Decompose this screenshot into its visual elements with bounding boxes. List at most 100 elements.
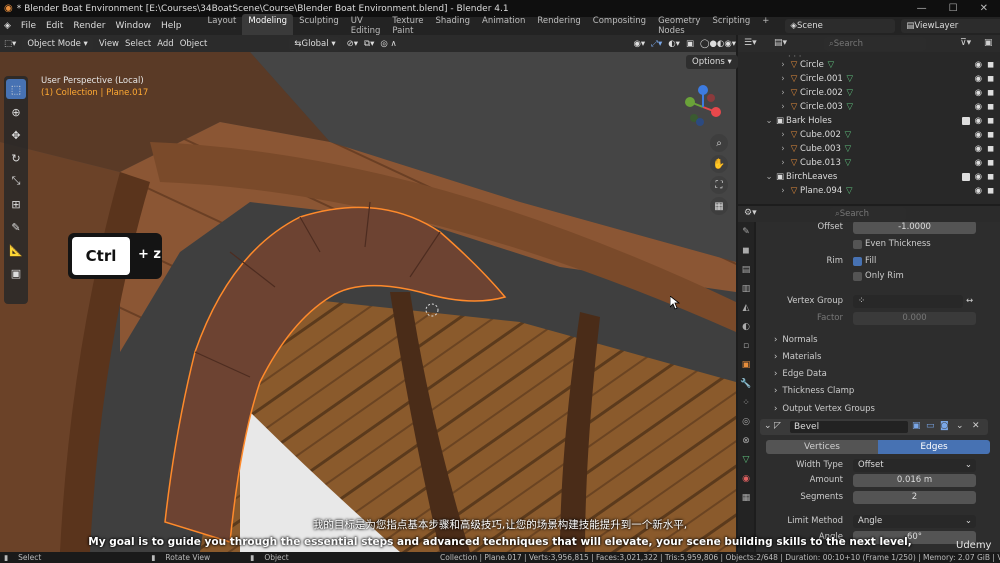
- render-icon[interactable]: ◼: [987, 60, 994, 70]
- render-icon[interactable]: ◼: [987, 186, 994, 196]
- properties-editor-icon[interactable]: ⚙▾: [744, 208, 757, 218]
- navigation-gizmo[interactable]: [678, 82, 728, 132]
- filter-icon[interactable]: ⊽▾: [960, 38, 971, 48]
- eye-icon[interactable]: ◉: [975, 144, 982, 154]
- segments-field[interactable]: 2: [853, 490, 976, 504]
- menu-edit[interactable]: Edit: [46, 21, 63, 31]
- shading-modes-icon[interactable]: ◯●◐◉▾: [700, 39, 736, 49]
- constraints-tab-icon[interactable]: ⊗: [739, 436, 753, 450]
- transform-tool-icon[interactable]: ⊞: [6, 194, 26, 214]
- material-tab-icon[interactable]: ◉: [739, 474, 753, 488]
- vertex-group-field[interactable]: ⁘: [853, 294, 963, 308]
- minimize-icon[interactable]: —: [917, 3, 927, 14]
- camera-view-icon[interactable]: ⛶: [710, 176, 728, 194]
- scene-field[interactable]: ◈ Scene: [785, 19, 896, 33]
- collapse-icon[interactable]: ⌄: [764, 421, 772, 431]
- bevel-modifier-header[interactable]: ⌄ ◸ Bevel ▣ ▭ ◙ ⌄ ✕: [760, 419, 988, 435]
- outliner-search[interactable]: ⌕ Search: [824, 37, 926, 51]
- amount-field[interactable]: 0.016 m: [853, 473, 976, 487]
- add-cube-tool-icon[interactable]: ▣: [6, 263, 26, 283]
- expand-icon[interactable]: ›: [778, 186, 788, 196]
- new-collection-icon[interactable]: ▣: [984, 38, 993, 48]
- menu-object[interactable]: Object: [180, 39, 208, 49]
- panel-materials[interactable]: › Materials: [756, 350, 988, 364]
- eye-icon[interactable]: ◉: [975, 130, 982, 140]
- eye-icon[interactable]: ◉: [975, 158, 982, 168]
- edit-mode-toggle-icon[interactable]: ▣: [912, 421, 921, 431]
- invert-icon[interactable]: ↔: [966, 296, 973, 306]
- transform-orientation[interactable]: ⇆ Global ▾: [289, 36, 341, 51]
- render-icon[interactable]: ◼: [987, 102, 994, 112]
- outliner-row[interactable]: ⌄ ▣ BirchLeaves ◉ ◼: [738, 170, 1000, 184]
- outliner-row[interactable]: ⌄ ▣ Bark Holes ◉ ◼: [738, 114, 1000, 128]
- 3d-viewport[interactable]: [0, 52, 736, 552]
- zoom-icon[interactable]: ⌕: [710, 134, 728, 152]
- snap-icon[interactable]: ⧉▾: [364, 39, 374, 49]
- expand-icon[interactable]: ›: [778, 144, 788, 154]
- panel-thickness-clamp[interactable]: › Thickness Clamp: [756, 384, 988, 398]
- scene-tab-icon[interactable]: ◭: [739, 303, 753, 317]
- measure-tool-icon[interactable]: 📐: [6, 240, 26, 260]
- eye-icon[interactable]: ◉: [975, 186, 982, 196]
- select-box-tool-icon[interactable]: ⬚: [6, 79, 26, 99]
- physics-tab-icon[interactable]: ◎: [739, 417, 753, 431]
- render-icon[interactable]: ◼: [987, 172, 994, 182]
- outliner-row[interactable]: › ▽ Cube.002 ▽ ◉ ◼: [738, 128, 1000, 142]
- texture-tab-icon[interactable]: ▦: [739, 493, 753, 507]
- eye-icon[interactable]: ◉: [975, 88, 982, 98]
- outliner-row[interactable]: › ▽ Circle ▽ ◉ ◼: [738, 58, 1000, 72]
- editor-type-icon[interactable]: ⬚▾: [4, 39, 16, 49]
- data-tab-icon[interactable]: ▽: [739, 455, 753, 469]
- particles-tab-icon[interactable]: ⁘: [739, 398, 753, 412]
- render-icon[interactable]: ◼: [987, 144, 994, 154]
- move-tool-icon[interactable]: ✥: [6, 125, 26, 145]
- fill-checkbox[interactable]: [853, 256, 862, 266]
- collapse-icon[interactable]: ⌄: [764, 116, 774, 126]
- maximize-icon[interactable]: ☐: [949, 3, 958, 14]
- gizmo-toggle-icon[interactable]: ⤢▾: [651, 39, 662, 49]
- collapse-icon[interactable]: ⌄: [764, 172, 774, 182]
- expand-icon[interactable]: ›: [778, 88, 788, 98]
- render-icon[interactable]: ◼: [987, 74, 994, 84]
- outliner-row[interactable]: › ▽ Circle.001 ▽ ◉ ◼: [738, 72, 1000, 86]
- menu-help[interactable]: Help: [161, 21, 182, 31]
- scale-tool-icon[interactable]: ⤡: [6, 171, 26, 191]
- view-layer-field[interactable]: ▤ ViewLayer: [901, 19, 1000, 33]
- modifier-tab-icon[interactable]: 🔧: [739, 379, 753, 393]
- close-icon[interactable]: ✕: [980, 3, 988, 14]
- mode-select[interactable]: Object Mode ▾: [22, 36, 93, 51]
- render-icon[interactable]: ◼: [987, 130, 994, 140]
- visibility-icon[interactable]: ◉▾: [633, 39, 645, 49]
- blender-menu-icon[interactable]: ◈: [4, 21, 11, 31]
- object-tab-icon[interactable]: ▣: [739, 360, 753, 374]
- render-toggle-icon[interactable]: ◙: [940, 421, 949, 431]
- rotate-tool-icon[interactable]: ↻: [6, 148, 26, 168]
- render-icon[interactable]: ◼: [987, 88, 994, 98]
- tab-edges[interactable]: Edges: [878, 440, 990, 454]
- collection-checkbox[interactable]: [962, 173, 970, 181]
- view-layer-tab-icon[interactable]: ▥: [739, 284, 753, 298]
- remove-modifier-icon[interactable]: ✕: [972, 421, 980, 431]
- menu-file[interactable]: File: [21, 21, 36, 31]
- eye-icon[interactable]: ◉: [975, 102, 982, 112]
- menu-add[interactable]: Add: [157, 39, 173, 49]
- even-thickness-checkbox[interactable]: [853, 239, 862, 249]
- factor-field[interactable]: 0.000: [853, 311, 976, 325]
- proportional-edit-icon[interactable]: ◎ ∧: [380, 39, 396, 49]
- menu-select[interactable]: Select: [125, 39, 151, 49]
- display-mode-icon[interactable]: ▤▾: [774, 38, 787, 48]
- panel-edge-data[interactable]: › Edge Data: [756, 367, 988, 381]
- offset-field[interactable]: -1.0000: [853, 222, 976, 234]
- modifier-menu-icon[interactable]: ⌄: [956, 421, 964, 431]
- width-type-dropdown[interactable]: Offset ⌄: [853, 458, 976, 472]
- expand-icon[interactable]: ›: [778, 158, 788, 168]
- options-button[interactable]: Options ▾: [686, 55, 738, 69]
- grid-view-icon[interactable]: ▦: [710, 197, 728, 215]
- outliner-row[interactable]: › ▽ Circle.003 ▽ ◉ ◼: [738, 100, 1000, 114]
- expand-icon[interactable]: ›: [778, 130, 788, 140]
- collection-checkbox[interactable]: [962, 117, 970, 125]
- pan-hand-icon[interactable]: ✋: [710, 155, 728, 173]
- expand-icon[interactable]: ›: [778, 74, 788, 84]
- menu-render[interactable]: Render: [73, 21, 105, 31]
- panel-normals[interactable]: › Normals: [756, 333, 988, 347]
